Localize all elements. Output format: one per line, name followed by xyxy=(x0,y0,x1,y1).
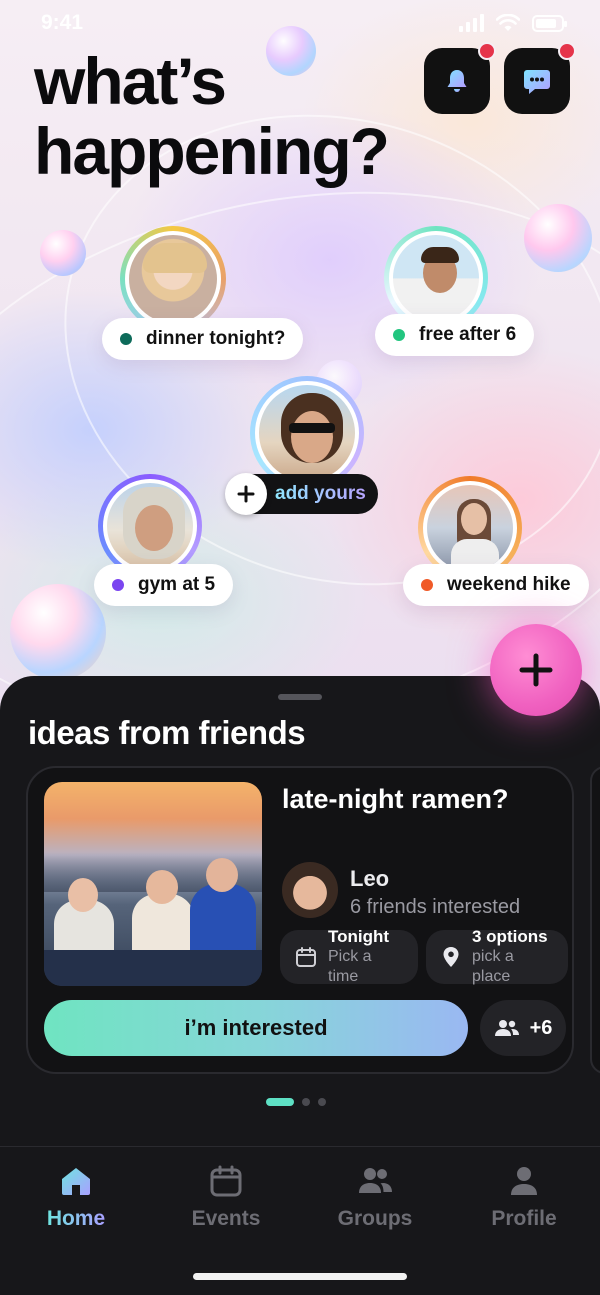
notification-badge xyxy=(478,42,496,60)
tab-label: Groups xyxy=(337,1207,413,1230)
author-avatar[interactable] xyxy=(282,862,338,918)
people-icon xyxy=(494,1020,519,1036)
pager-dot[interactable] xyxy=(302,1098,310,1106)
decorative-orb xyxy=(40,230,86,276)
people-icon xyxy=(359,1168,392,1193)
pager-dot[interactable] xyxy=(318,1098,326,1106)
interested-label: i’m interested xyxy=(184,1015,328,1040)
status-chip-gym[interactable]: gym at 5 xyxy=(94,564,234,606)
sheet-grabber[interactable] xyxy=(278,694,322,700)
status-chip-hike[interactable]: weekend hike xyxy=(403,564,589,606)
messages-button[interactable] xyxy=(504,42,576,114)
add-yours-label: add yours xyxy=(275,483,366,504)
status-bar: 9:41 xyxy=(0,0,600,50)
next-idea-card[interactable] xyxy=(590,766,600,1074)
ideas-sheet: ideas from friends late-night ramen? Leo… xyxy=(0,676,600,1295)
decorative-orb xyxy=(524,204,592,272)
notifications-button[interactable] xyxy=(424,42,496,114)
bell-icon xyxy=(447,70,467,92)
tab-profile[interactable]: Profile xyxy=(464,1165,584,1231)
pick-place-button[interactable]: 3 options pick a place xyxy=(426,927,568,985)
create-button[interactable] xyxy=(490,624,582,716)
page-title: what’s happening? xyxy=(34,46,434,186)
friend-avatar-1[interactable] xyxy=(120,226,226,332)
location-pin-icon xyxy=(443,947,459,967)
plus-icon xyxy=(225,473,267,515)
tab-events[interactable]: Events xyxy=(166,1165,286,1231)
interest-count: 6 friends interested xyxy=(350,896,521,918)
interested-friends-button[interactable]: +6 xyxy=(480,1000,566,1056)
screen: 9:41 what’s happening? dinner tonight? f… xyxy=(0,0,600,1295)
plus-icon xyxy=(519,653,553,687)
time-label: Tonight xyxy=(328,927,390,946)
carousel-pager xyxy=(266,1098,326,1106)
status-text: dinner tonight? xyxy=(146,328,286,349)
status-text: free after 6 xyxy=(419,324,517,345)
title-line-1: what’s xyxy=(34,44,227,118)
status-dot xyxy=(393,329,405,341)
author-name: Leo xyxy=(350,866,390,891)
friend-avatar-3[interactable] xyxy=(98,474,202,578)
status-text: weekend hike xyxy=(447,574,571,595)
calendar-icon xyxy=(296,947,316,967)
others-count: +6 xyxy=(529,1016,553,1039)
calendar-icon xyxy=(210,1165,242,1197)
wifi-icon xyxy=(496,14,520,31)
time-hint: Pick a time xyxy=(328,948,372,985)
place-hint: pick a place xyxy=(472,948,514,985)
status-chip-free[interactable]: free after 6 xyxy=(375,314,535,356)
tab-home[interactable]: Home xyxy=(16,1165,136,1231)
tab-label: Home xyxy=(46,1207,106,1230)
pick-time-button[interactable]: Tonight Pick a time xyxy=(280,927,418,985)
status-chip-dinner[interactable]: dinner tonight? xyxy=(102,318,304,360)
status-time: 9:41 xyxy=(41,11,84,34)
cellular-signal-icon xyxy=(459,14,484,32)
person-icon xyxy=(511,1167,537,1195)
tab-label: Profile xyxy=(491,1207,557,1230)
message-badge xyxy=(558,42,576,60)
interested-button[interactable]: i’m interested xyxy=(44,1000,468,1056)
status-icons xyxy=(459,14,567,32)
idea-title: late-night ramen? xyxy=(282,784,509,814)
home-indicator[interactable] xyxy=(193,1273,407,1280)
status-dot xyxy=(120,333,132,345)
section-title: ideas from friends xyxy=(28,714,306,751)
status-text: gym at 5 xyxy=(138,574,216,595)
decorative-orb xyxy=(10,584,106,680)
status-dot xyxy=(112,579,124,591)
tab-bar: Home Events Groups Profile xyxy=(0,1146,600,1295)
tab-label: Events xyxy=(191,1207,261,1230)
chat-bubble-icon xyxy=(524,70,550,94)
my-avatar[interactable] xyxy=(250,376,364,490)
title-line-2: happening? xyxy=(34,114,390,188)
home-icon xyxy=(62,1168,90,1195)
pager-dot-active[interactable] xyxy=(266,1098,294,1106)
battery-icon xyxy=(532,14,567,32)
place-label: 3 options xyxy=(472,927,548,946)
add-status-button[interactable]: add yours xyxy=(225,473,378,515)
idea-card[interactable]: late-night ramen? Leo 6 friends interest… xyxy=(26,766,574,1074)
idea-photo xyxy=(44,782,262,986)
tab-groups[interactable]: Groups xyxy=(315,1165,435,1231)
status-dot xyxy=(421,579,433,591)
